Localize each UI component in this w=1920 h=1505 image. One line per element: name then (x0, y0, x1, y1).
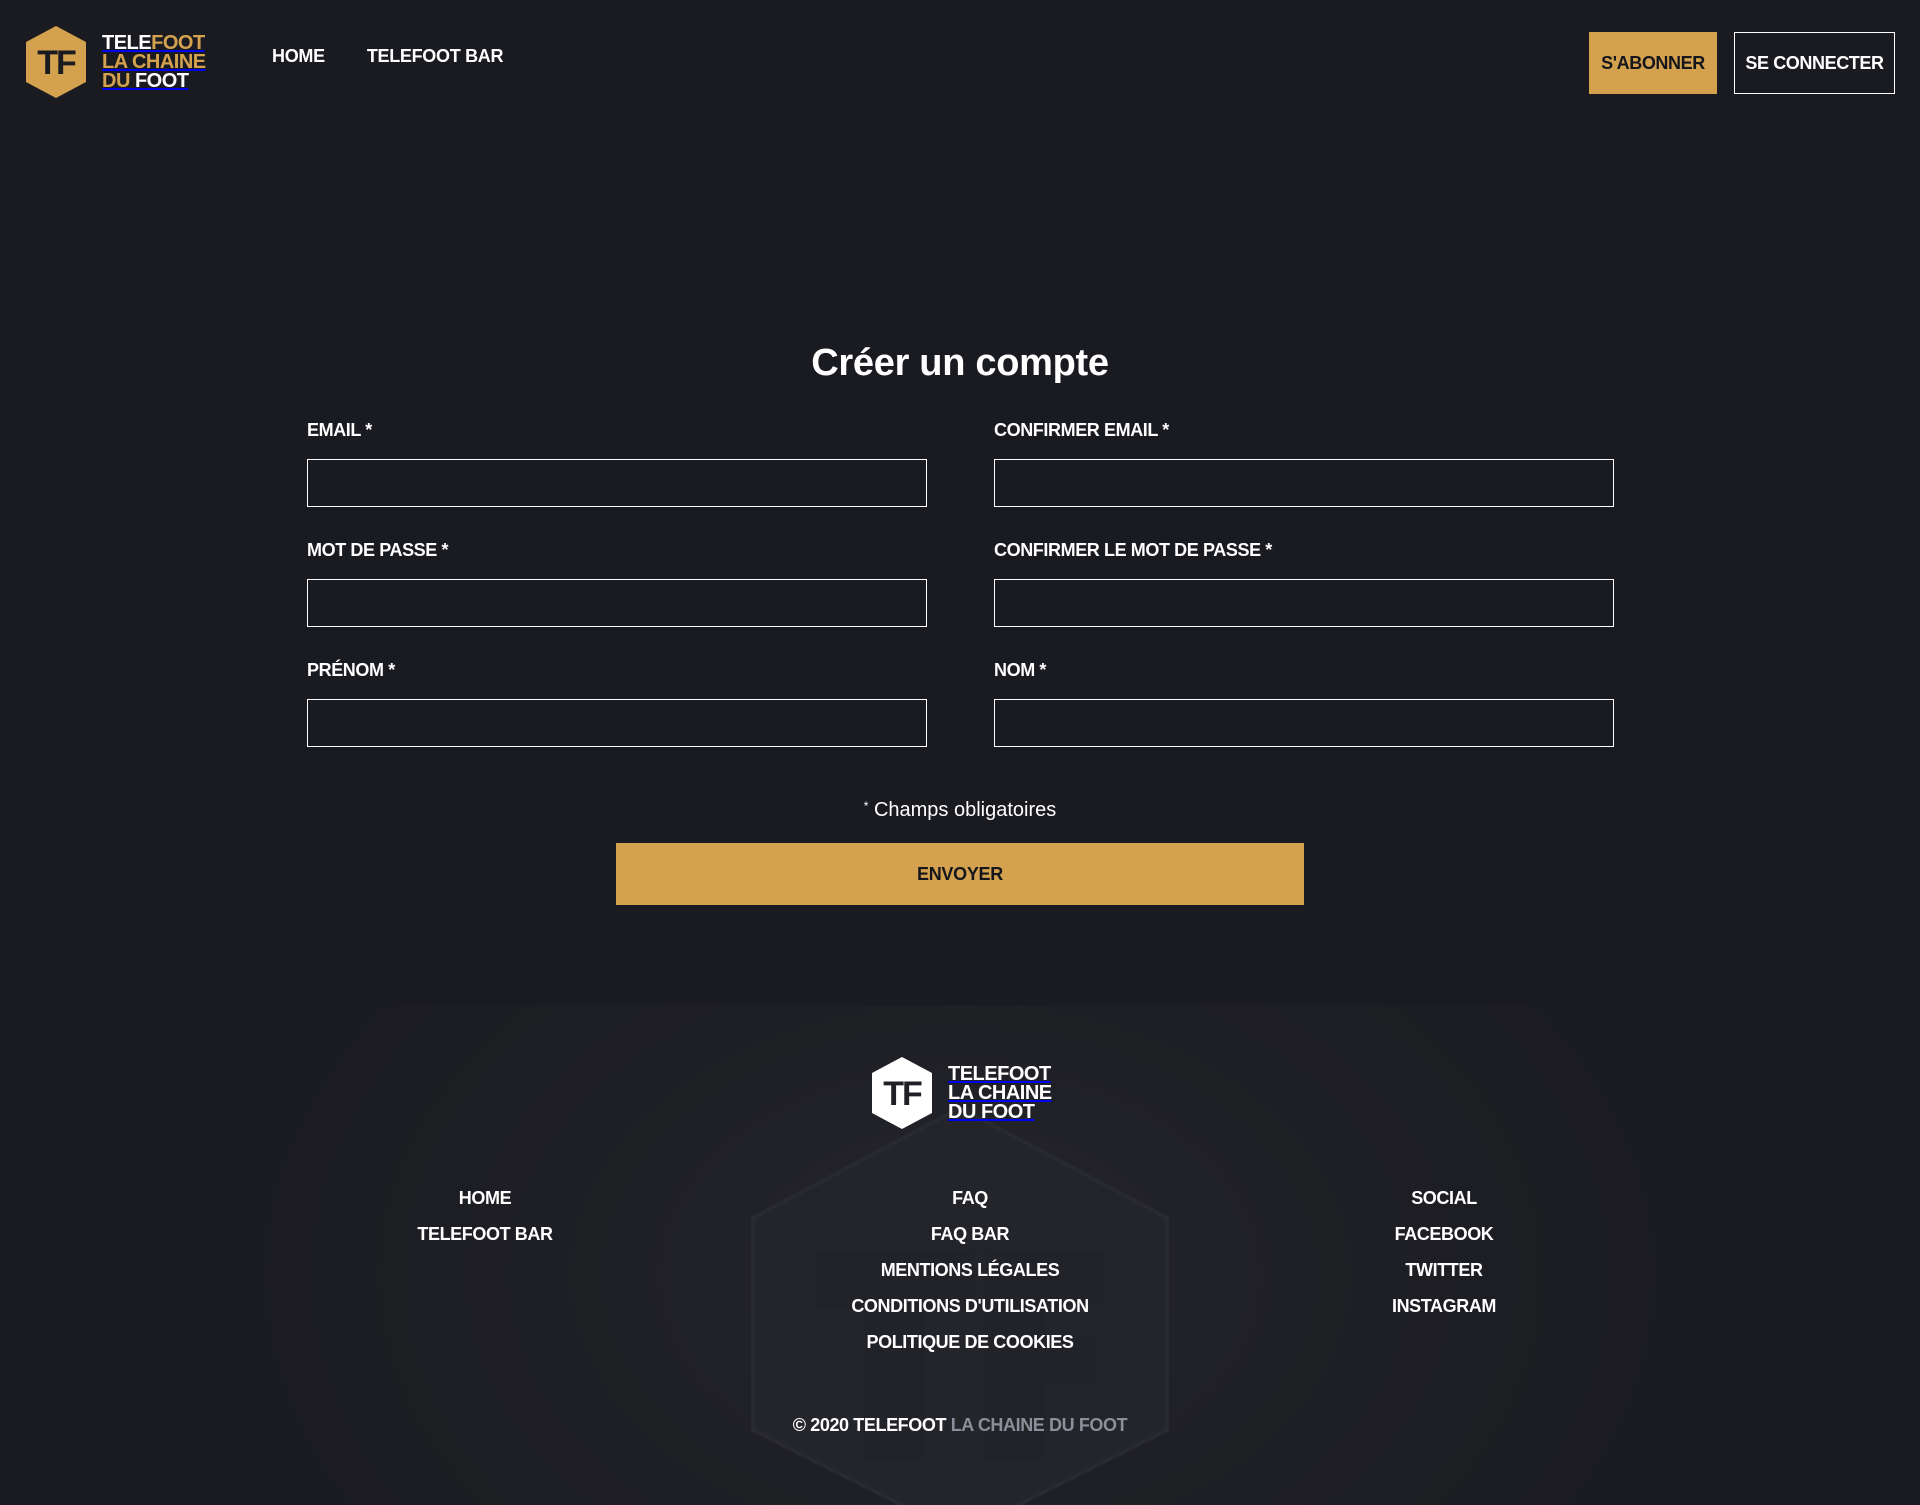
password-group: MOT DE PASSE * (307, 537, 927, 627)
footer-link-cookies[interactable]: POLITIQUE DE COOKIES (866, 1331, 1073, 1354)
nav-home[interactable]: HOME (272, 46, 325, 67)
confirm-email-input[interactable] (994, 459, 1614, 507)
logo-wordmark: TELEFOOT LA CHAINE DU FOOT (102, 31, 206, 92)
footer-link-home[interactable]: HOME (459, 1187, 512, 1210)
confirm-password-label: CONFIRMER LE MOT DE PASSE * (994, 540, 1272, 560)
footer-info-column: FAQ FAQ BAR MENTIONS LÉGALES CONDITIONS … (790, 1187, 1150, 1354)
confirm-email-label: CONFIRMER EMAIL * (994, 420, 1169, 440)
footer-logo-wordmark: TELEFOOT LA CHAINE DU FOOT (948, 1062, 1052, 1123)
footer-link-facebook[interactable]: FACEBOOK (1395, 1223, 1494, 1246)
tf-logo-icon: TF (872, 1057, 932, 1129)
footer-link-legal[interactable]: MENTIONS LÉGALES (881, 1259, 1060, 1282)
main-nav: HOME TELEFOOT BAR (272, 46, 504, 67)
footer-link-faq[interactable]: FAQ (952, 1187, 988, 1210)
footer-link-telefoot-bar[interactable]: TELEFOOT BAR (417, 1223, 553, 1246)
footer-social-column: SOCIAL FACEBOOK TWITTER INSTAGRAM (1264, 1187, 1624, 1318)
email-group: EMAIL * (307, 417, 927, 507)
password-input[interactable] (307, 579, 927, 627)
first-name-label: PRÉNOM * (307, 660, 395, 680)
email-label: EMAIL * (307, 420, 372, 440)
header-logo[interactable]: TF TELEFOOT LA CHAINE DU FOOT (24, 24, 206, 100)
site-footer: TF TELEFOOT LA CHAINE DU FOOT HOME TELEF… (0, 1005, 1920, 1505)
footer-social-title: SOCIAL (1411, 1188, 1477, 1208)
subscribe-button[interactable]: S'ABONNER (1589, 32, 1717, 94)
first-name-input[interactable] (307, 699, 927, 747)
login-button[interactable]: SE CONNECTER (1734, 32, 1895, 94)
first-name-group: PRÉNOM * (307, 657, 927, 747)
required-fields-note: * Champs obligatoires (863, 799, 1057, 821)
confirm-email-group: CONFIRMER EMAIL * (994, 417, 1614, 507)
svg-text:TF: TF (37, 44, 76, 82)
footer-link-terms[interactable]: CONDITIONS D'UTILISATION (851, 1295, 1089, 1318)
site-header: TF TELEFOOT LA CHAINE DU FOOT HOME TELEF… (0, 0, 1920, 120)
footer-link-twitter[interactable]: TWITTER (1405, 1259, 1483, 1282)
footer-logo[interactable]: TF TELEFOOT LA CHAINE DU FOOT (870, 1055, 1052, 1131)
last-name-input[interactable] (994, 699, 1614, 747)
confirm-password-group: CONFIRMER LE MOT DE PASSE * (994, 537, 1614, 627)
submit-button[interactable]: ENVOYER (616, 843, 1304, 905)
password-label: MOT DE PASSE * (307, 540, 449, 560)
tf-logo-icon: TF (26, 26, 86, 98)
footer-link-faq-bar[interactable]: FAQ BAR (931, 1223, 1010, 1246)
footer-link-instagram[interactable]: INSTAGRAM (1392, 1295, 1496, 1318)
email-input[interactable] (307, 459, 927, 507)
last-name-label: NOM * (994, 660, 1047, 680)
page-title: Créer un compte (811, 342, 1109, 384)
confirm-password-input[interactable] (994, 579, 1614, 627)
svg-text:TF: TF (883, 1075, 922, 1113)
footer-nav-column: HOME TELEFOOT BAR (305, 1187, 665, 1246)
nav-telefoot-bar[interactable]: TELEFOOT BAR (367, 46, 504, 67)
copyright: © 2020 TELEFOOT LA CHAINE DU FOOT (792, 1415, 1128, 1435)
last-name-group: NOM * (994, 657, 1614, 747)
